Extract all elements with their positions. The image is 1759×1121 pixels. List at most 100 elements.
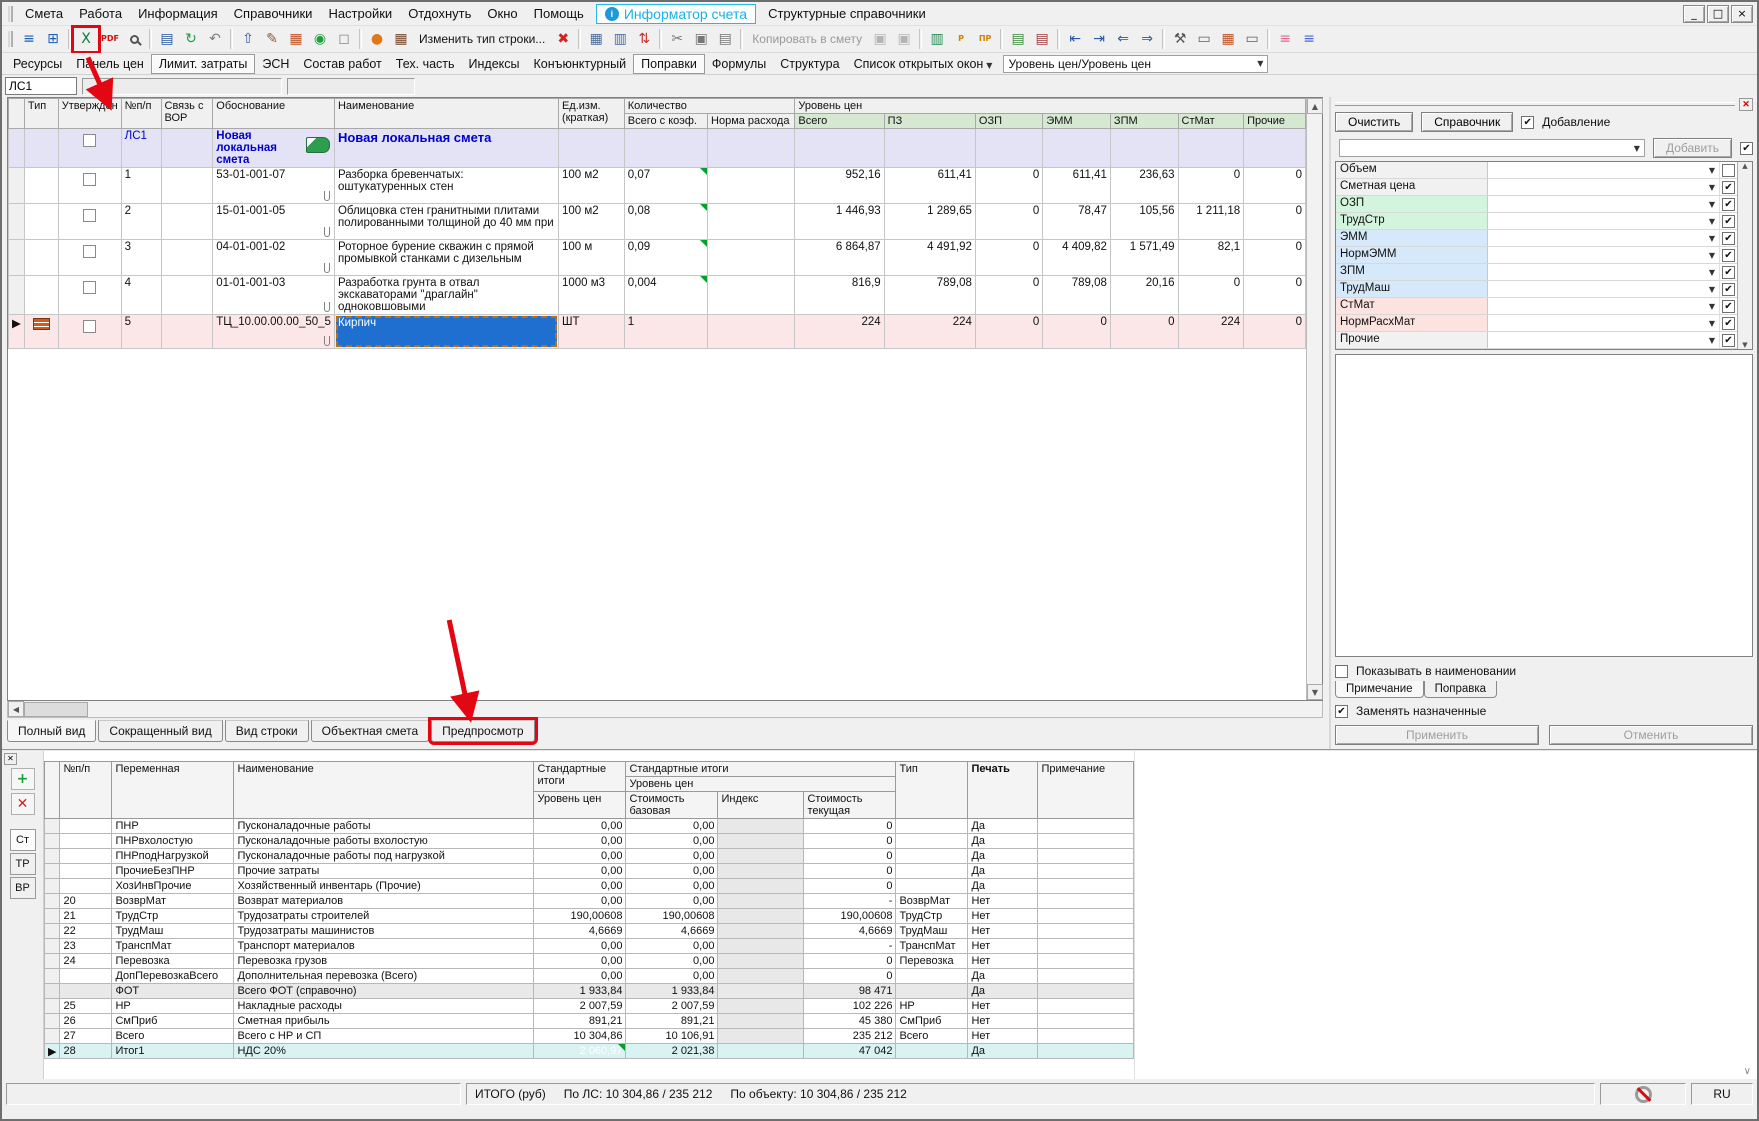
- search-icon[interactable]: [122, 28, 146, 51]
- tab-индексы[interactable]: Индексы: [462, 55, 527, 73]
- tab-поправки[interactable]: Поправки: [633, 54, 705, 74]
- table-insert-icon[interactable]: ▤: [1006, 28, 1030, 51]
- refresh-icon[interactable]: ↻: [179, 28, 203, 51]
- save-icon[interactable]: ▤: [155, 28, 179, 51]
- menu-item-3[interactable]: Справочники: [226, 4, 321, 23]
- tab-лимит-затраты[interactable]: Лимит. затраты: [151, 54, 256, 74]
- tab-структура[interactable]: Структура: [773, 55, 846, 73]
- approved-checkbox[interactable]: [83, 209, 96, 222]
- delete-row-icon[interactable]: ✖: [551, 28, 575, 51]
- apply-button[interactable]: Применить: [1335, 725, 1539, 745]
- parameter-checkbox[interactable]: ✔: [1722, 232, 1735, 245]
- parameter-combo[interactable]: ▼: [1488, 298, 1719, 314]
- replace-assigned-checkbox[interactable]: ✔: [1335, 705, 1348, 718]
- totals-tab-вр[interactable]: ВР: [10, 877, 36, 899]
- layers-blue-icon[interactable]: ≡: [1297, 28, 1321, 51]
- menu-item-5[interactable]: Отдохнуть: [400, 4, 479, 23]
- scroll-down-icon[interactable]: ▼: [1307, 684, 1323, 700]
- parameter-checkbox[interactable]: [1722, 164, 1735, 177]
- totals-row[interactable]: 21ТрудСтрТрудозатраты строителей190,0060…: [45, 909, 1134, 924]
- estimate-row[interactable]: ▶5ТЦ_10.00.00.00_50_5КирпичШТ12242240002…: [9, 315, 1306, 349]
- parameter-combo[interactable]: ▼: [1488, 281, 1719, 297]
- estimate-code-input[interactable]: [5, 77, 77, 95]
- tab-эсн[interactable]: ЭСН: [255, 55, 296, 73]
- table-delete-icon[interactable]: ▤: [1030, 28, 1054, 51]
- totals-row[interactable]: 20ВозврМатВозврат материалов0,000,00-Воз…: [45, 894, 1134, 909]
- assignment-listbox[interactable]: [1335, 354, 1753, 657]
- layers-pink-icon[interactable]: ≡: [1273, 28, 1297, 51]
- menu-item-6[interactable]: Окно: [479, 4, 525, 23]
- menu-item-2[interactable]: Информация: [130, 4, 226, 23]
- parameter-checkbox[interactable]: ✔: [1722, 300, 1735, 313]
- tab-примечание[interactable]: Примечание: [1335, 681, 1424, 698]
- pdf-export-icon[interactable]: PDF: [98, 28, 122, 51]
- view-tab-объектная-смета[interactable]: Объектная смета: [311, 720, 430, 742]
- totals-row[interactable]: 22ТрудМашТрудозатраты машинистов4,66694,…: [45, 924, 1134, 939]
- cancel-button[interactable]: Отменить: [1549, 725, 1753, 745]
- tab-формулы[interactable]: Формулы: [705, 55, 773, 73]
- parameter-checkbox[interactable]: ✔: [1722, 317, 1735, 330]
- approved-checkbox[interactable]: [83, 245, 96, 258]
- totals-row[interactable]: ПНРподНагрузкойПусконаладочные работы по…: [45, 849, 1134, 864]
- value-combo[interactable]: ▼: [1339, 139, 1645, 157]
- estimate-row[interactable]: 153-01-001-07Разборка бревенчатых: оштук…: [9, 168, 1306, 204]
- calc-table-icon[interactable]: ▦: [584, 28, 608, 51]
- shift-right-icon[interactable]: ⇒: [1135, 28, 1159, 51]
- menu-item-7[interactable]: Помощь: [526, 4, 592, 23]
- parameter-checkbox[interactable]: ✔: [1722, 215, 1735, 228]
- totals-row[interactable]: 24ПеревозкаПеревозка грузов0,000,000Пере…: [45, 954, 1134, 969]
- parameter-combo[interactable]: ▼: [1488, 332, 1719, 348]
- view-tab-preview[interactable]: Предпросмотр: [431, 720, 534, 742]
- informer-button[interactable]: i Информатор счета: [596, 4, 756, 24]
- menu-item-0[interactable]: Смета: [17, 4, 71, 23]
- tab-поправка[interactable]: Поправка: [1424, 681, 1497, 698]
- totals-row[interactable]: 23ТранспМатТранспорт материалов0,000,00-…: [45, 939, 1134, 954]
- view-tab-полный-вид[interactable]: Полный вид: [7, 720, 96, 742]
- indent-icon[interactable]: ⇥: [1087, 28, 1111, 51]
- table-edit-icon[interactable]: ▥: [608, 28, 632, 51]
- bricks-edit-icon[interactable]: ▦: [284, 28, 308, 51]
- parameter-combo[interactable]: ▼: [1488, 247, 1719, 263]
- parameter-checkbox[interactable]: ✔: [1722, 334, 1735, 347]
- totals-row[interactable]: 25НРНакладные расходы2 007,592 007,59102…: [45, 999, 1134, 1014]
- totals-row[interactable]: 27ВсегоВсего с НР и СП10 304,8610 106,91…: [45, 1029, 1134, 1044]
- paste-icon[interactable]: ▤: [713, 28, 737, 51]
- shift-left-icon[interactable]: ⇐: [1111, 28, 1135, 51]
- chevron-down-icon[interactable]: ∨: [1744, 1066, 1751, 1077]
- clear-button[interactable]: Очистить: [1335, 112, 1413, 132]
- change-row-type-button[interactable]: Изменить тип строки...: [413, 32, 551, 46]
- approved-checkbox[interactable]: [83, 320, 96, 333]
- scrollbar-thumb[interactable]: [24, 702, 88, 717]
- restore-button[interactable]: □: [1707, 5, 1729, 23]
- totals-row[interactable]: ДопПеревозкаВсегоДополнительная перевозк…: [45, 969, 1134, 984]
- truck-icon[interactable]: ▭: [1192, 28, 1216, 51]
- panel-grip[interactable]: [1335, 102, 1735, 106]
- totals-row[interactable]: ▶28Итог1НДС 20%2 060,972 021,3847 042Да: [45, 1044, 1134, 1059]
- protect-icon[interactable]: ⇧: [236, 28, 260, 51]
- scroll-left-icon[interactable]: ◀: [8, 701, 24, 717]
- copy-sheet-icon[interactable]: ▣: [868, 28, 892, 51]
- parameter-combo[interactable]: ▼: [1488, 230, 1719, 246]
- parameter-combo[interactable]: ▼: [1488, 196, 1719, 212]
- price-book-icon[interactable]: ▥: [925, 28, 949, 51]
- price-level-combo[interactable]: Уровень цен/Уровень цен ▼: [1003, 55, 1268, 73]
- scroll-up-icon[interactable]: ▲: [1307, 98, 1323, 114]
- parameter-combo[interactable]: ▼: [1488, 315, 1719, 331]
- delivery-truck-icon[interactable]: ▭: [1240, 28, 1264, 51]
- approved-checkbox[interactable]: [83, 173, 96, 186]
- parameter-checkbox[interactable]: ✔: [1722, 266, 1735, 279]
- menu-structural-directories[interactable]: Структурные справочники: [760, 4, 934, 23]
- parameter-checkbox[interactable]: ✔: [1722, 181, 1735, 194]
- view-tab-вид-строки[interactable]: Вид строки: [225, 720, 309, 742]
- tab-состав-работ[interactable]: Состав работ: [296, 55, 388, 73]
- drafting-icon[interactable]: ✎: [260, 28, 284, 51]
- tab-панель-цен[interactable]: Панель цен: [69, 55, 151, 73]
- copy-icon[interactable]: ▣: [689, 28, 713, 51]
- p-doc-icon[interactable]: Р: [949, 28, 973, 51]
- parameter-combo[interactable]: ▼: [1488, 264, 1719, 280]
- params-scrollbar[interactable]: ▲▼: [1737, 162, 1752, 349]
- view-tab-сокращенный-вид[interactable]: Сокращенный вид: [98, 720, 222, 742]
- parameter-checkbox[interactable]: ✔: [1722, 249, 1735, 262]
- reference-button[interactable]: Справочник: [1421, 112, 1513, 132]
- materials-bricks-icon[interactable]: ▦: [1216, 28, 1240, 51]
